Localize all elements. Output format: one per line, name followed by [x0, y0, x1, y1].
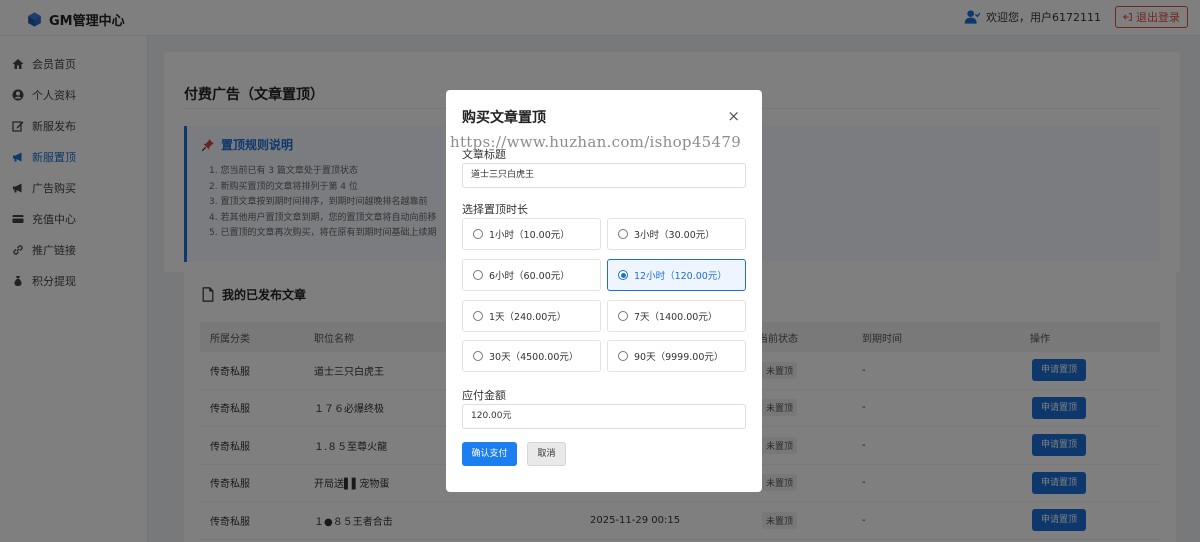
option-label: 1天（240.00元）: [489, 312, 567, 323]
radio-button[interactable]: [473, 270, 483, 280]
option-label: 7天（1400.00元）: [634, 312, 718, 323]
option-label: 6小时（60.00元）: [489, 271, 570, 282]
radio-button[interactable]: [618, 311, 628, 321]
duration-option[interactable]: 30天（4500.00元）: [462, 340, 601, 372]
option-label: 30天（4500.00元）: [489, 352, 579, 363]
duration-label: 选择置顶时长: [462, 203, 528, 216]
option-label: 90天（9999.00元）: [634, 352, 724, 363]
option-label: 3小时（30.00元）: [634, 230, 715, 241]
radio-button-checked[interactable]: [618, 270, 628, 280]
radio-button[interactable]: [473, 351, 483, 361]
article-title-field[interactable]: 道士三只白虎王: [462, 163, 746, 188]
article-title-label: 文章标题: [462, 148, 506, 161]
radio-button[interactable]: [618, 351, 628, 361]
option-label: 12小时（120.00元）: [634, 271, 727, 282]
amount-label: 应付金额: [462, 389, 506, 402]
duration-option[interactable]: 1小时（10.00元）: [462, 218, 601, 250]
duration-option[interactable]: 6小时（60.00元）: [462, 259, 601, 291]
duration-option[interactable]: 90天（9999.00元）: [607, 340, 746, 372]
duration-option[interactable]: 3小时（30.00元）: [607, 218, 746, 250]
duration-option-selected[interactable]: 12小时（120.00元）: [607, 259, 746, 291]
radio-button[interactable]: [473, 229, 483, 239]
modal-title: 购买文章置顶: [462, 110, 546, 126]
cancel-button[interactable]: 取消: [527, 442, 566, 466]
duration-option[interactable]: 1天（240.00元）: [462, 300, 601, 332]
option-label: 1小时（10.00元）: [489, 230, 570, 241]
confirm-pay-button[interactable]: 确认支付: [462, 442, 517, 466]
radio-button[interactable]: [618, 229, 628, 239]
duration-option[interactable]: 7天（1400.00元）: [607, 300, 746, 332]
amount-field: 120.00元: [462, 404, 746, 429]
purchase-modal: 购买文章置顶 × https://www.huzhan.com/ishop454…: [446, 90, 762, 492]
radio-button[interactable]: [473, 311, 483, 321]
close-icon: ×: [727, 107, 740, 125]
close-button[interactable]: ×: [727, 107, 740, 125]
